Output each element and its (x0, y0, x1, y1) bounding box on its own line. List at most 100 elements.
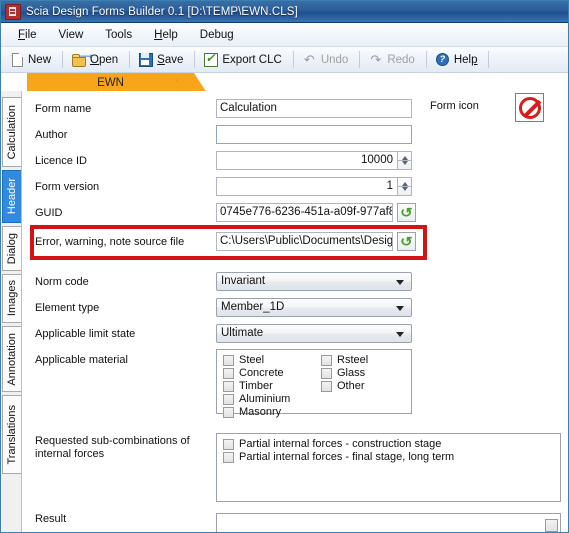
checkbox-steel[interactable]: Steel (223, 354, 264, 366)
checkbox-glass[interactable]: Glass (321, 367, 365, 379)
result-checkbox-icon[interactable] (545, 519, 558, 532)
sidebar-item-dialog[interactable]: Dialog (2, 226, 21, 271)
label-limit-state: Applicable limit state (35, 328, 136, 340)
open-folder-icon: ⟶ (71, 52, 92, 67)
sidebar-label-dialog: Dialog (6, 232, 18, 265)
checkbox-box-icon (223, 438, 234, 450)
toolbar-separator (488, 51, 490, 68)
checkbox-box-icon (223, 393, 234, 405)
checkbox-label: Concrete (239, 367, 284, 379)
chevron-down-icon (396, 332, 404, 337)
open-button-label: Open (90, 53, 119, 66)
new-button-label: New (28, 53, 52, 66)
checkbox-box-icon (321, 367, 332, 379)
row-guid: GUID 0745e776-6236-451a-a09f-977af8eb ↺ (22, 203, 568, 223)
checkbox-partial-construction-stage[interactable]: Partial internal forces - construction s… (223, 438, 441, 450)
licence-id-spinner[interactable] (398, 151, 412, 170)
new-document-icon: ✦ (9, 52, 24, 67)
document-tab-ewn[interactable]: EWN × (27, 73, 207, 93)
label-sub-combinations-line1: Requested sub-combinations of (35, 435, 190, 447)
save-diskette-icon (138, 52, 154, 67)
form-version-input[interactable]: 1 (216, 177, 398, 196)
redo-arrow-icon: ↷ (370, 52, 382, 67)
row-result: Result (22, 511, 568, 532)
guid-input[interactable]: 0745e776-6236-451a-a09f-977af8eb (216, 203, 393, 222)
row-norm-code: Norm code Invariant (22, 272, 568, 292)
save-button[interactable]: Save (133, 49, 191, 70)
window-title: Scia Design Forms Builder 0.1 [D:\TEMP\E… (26, 5, 298, 18)
sidebar-item-calculation[interactable]: Calculation (2, 97, 21, 167)
undo-button-label: Undo (320, 53, 349, 66)
checkbox-label: Steel (239, 354, 265, 366)
sidebar-label-annotation: Annotation (6, 332, 18, 386)
source-file-refresh-icon[interactable]: ↺ (397, 232, 416, 251)
row-source-file: Error, warning, note source file C:\User… (22, 232, 568, 252)
close-icon[interactable]: × (174, 77, 180, 87)
label-sub-combinations: Requested sub-combinations of internal f… (35, 435, 190, 461)
checkbox-partial-final-stage[interactable]: Partial internal forces - final stage, l… (223, 451, 454, 463)
menu-debug[interactable]: Debug (189, 26, 245, 44)
app-icon (5, 3, 21, 20)
checkbox-label: Rsteel (337, 354, 369, 366)
checkbox-box-icon (321, 380, 332, 392)
checkbox-other[interactable]: Other (321, 380, 365, 392)
menu-file[interactable]: File (7, 26, 48, 44)
checkbox-box-icon (223, 367, 234, 379)
form-icon-button[interactable] (515, 93, 544, 122)
menu-file-rest: ile (25, 28, 37, 41)
checkbox-timber[interactable]: Timber (223, 380, 273, 392)
row-form-version: Form version 1 (22, 177, 568, 197)
checkbox-label: Partial internal forces - construction s… (239, 438, 442, 450)
sidebar-item-images[interactable]: Images (2, 274, 21, 323)
export-clc-button[interactable]: ✓ Export CLC (198, 49, 289, 70)
sidebar-label-header: Header (6, 178, 18, 215)
refresh-glyph: ↺ (400, 205, 413, 220)
sidebar-item-translations[interactable]: Translations (2, 395, 21, 474)
sidebar-label-translations: Translations (6, 404, 18, 465)
checkbox-box-icon (223, 354, 234, 366)
help-button-label: Help (453, 53, 478, 66)
toolbar-separator (62, 51, 64, 68)
redo-button-label: Redo (387, 53, 415, 66)
toolbar-separator (129, 51, 131, 68)
open-button[interactable]: ⟶ Open (66, 49, 126, 70)
tab-corner (194, 73, 207, 93)
help-button[interactable]: ? Help (430, 49, 486, 70)
checkbox-box-icon (223, 451, 234, 463)
author-input[interactable] (216, 125, 412, 144)
undo-button[interactable]: ↶ Undo (297, 49, 357, 70)
export-check-icon: ✓ (203, 51, 219, 67)
checkbox-masonry[interactable]: Masonry (223, 406, 281, 418)
norm-code-select[interactable]: Invariant (216, 272, 412, 291)
checkbox-concrete[interactable]: Concrete (223, 367, 284, 379)
export-clc-label: Export CLC (222, 53, 282, 66)
sidebar-item-header[interactable]: Header (2, 170, 21, 223)
checkbox-aluminium[interactable]: Aluminium (223, 393, 290, 405)
application-window: Scia Design Forms Builder 0.1 [D:\TEMP\E… (0, 0, 569, 533)
element-type-select[interactable]: Member_1D (216, 298, 412, 317)
result-group (216, 513, 561, 532)
label-sub-combinations-line2: internal forces (35, 448, 105, 460)
applicable-material-group: Steel Concrete Timber Aluminium Masonry (216, 349, 412, 418)
row-element-type: Element type Member_1D (22, 298, 568, 318)
sidebar-item-annotation[interactable]: Annotation (2, 326, 21, 392)
label-element-type: Element type (35, 302, 100, 314)
checkbox-label: Other (337, 380, 365, 392)
checkbox-rsteel[interactable]: Rsteel (321, 354, 368, 366)
limit-state-select[interactable]: Ultimate (216, 324, 412, 343)
menu-view[interactable]: View (48, 26, 95, 44)
refresh-glyph: ↺ (400, 234, 413, 249)
row-form-name: Form name Calculation (22, 99, 568, 119)
guid-refresh-icon[interactable]: ↺ (397, 203, 416, 222)
new-button[interactable]: ✦ New (4, 49, 59, 70)
help-question-icon: ? (435, 52, 450, 67)
row-author: Author (22, 125, 568, 145)
licence-id-input[interactable]: 10000 (216, 151, 398, 170)
source-file-input[interactable]: C:\Users\Public\Documents\Design (216, 232, 393, 251)
form-name-input[interactable]: Calculation (216, 99, 412, 118)
label-result: Result (35, 513, 67, 525)
menu-help[interactable]: Help (143, 26, 189, 44)
redo-button[interactable]: ↷ Redo (363, 49, 423, 70)
form-version-spinner[interactable] (398, 177, 412, 196)
menu-tools[interactable]: Tools (94, 26, 143, 44)
